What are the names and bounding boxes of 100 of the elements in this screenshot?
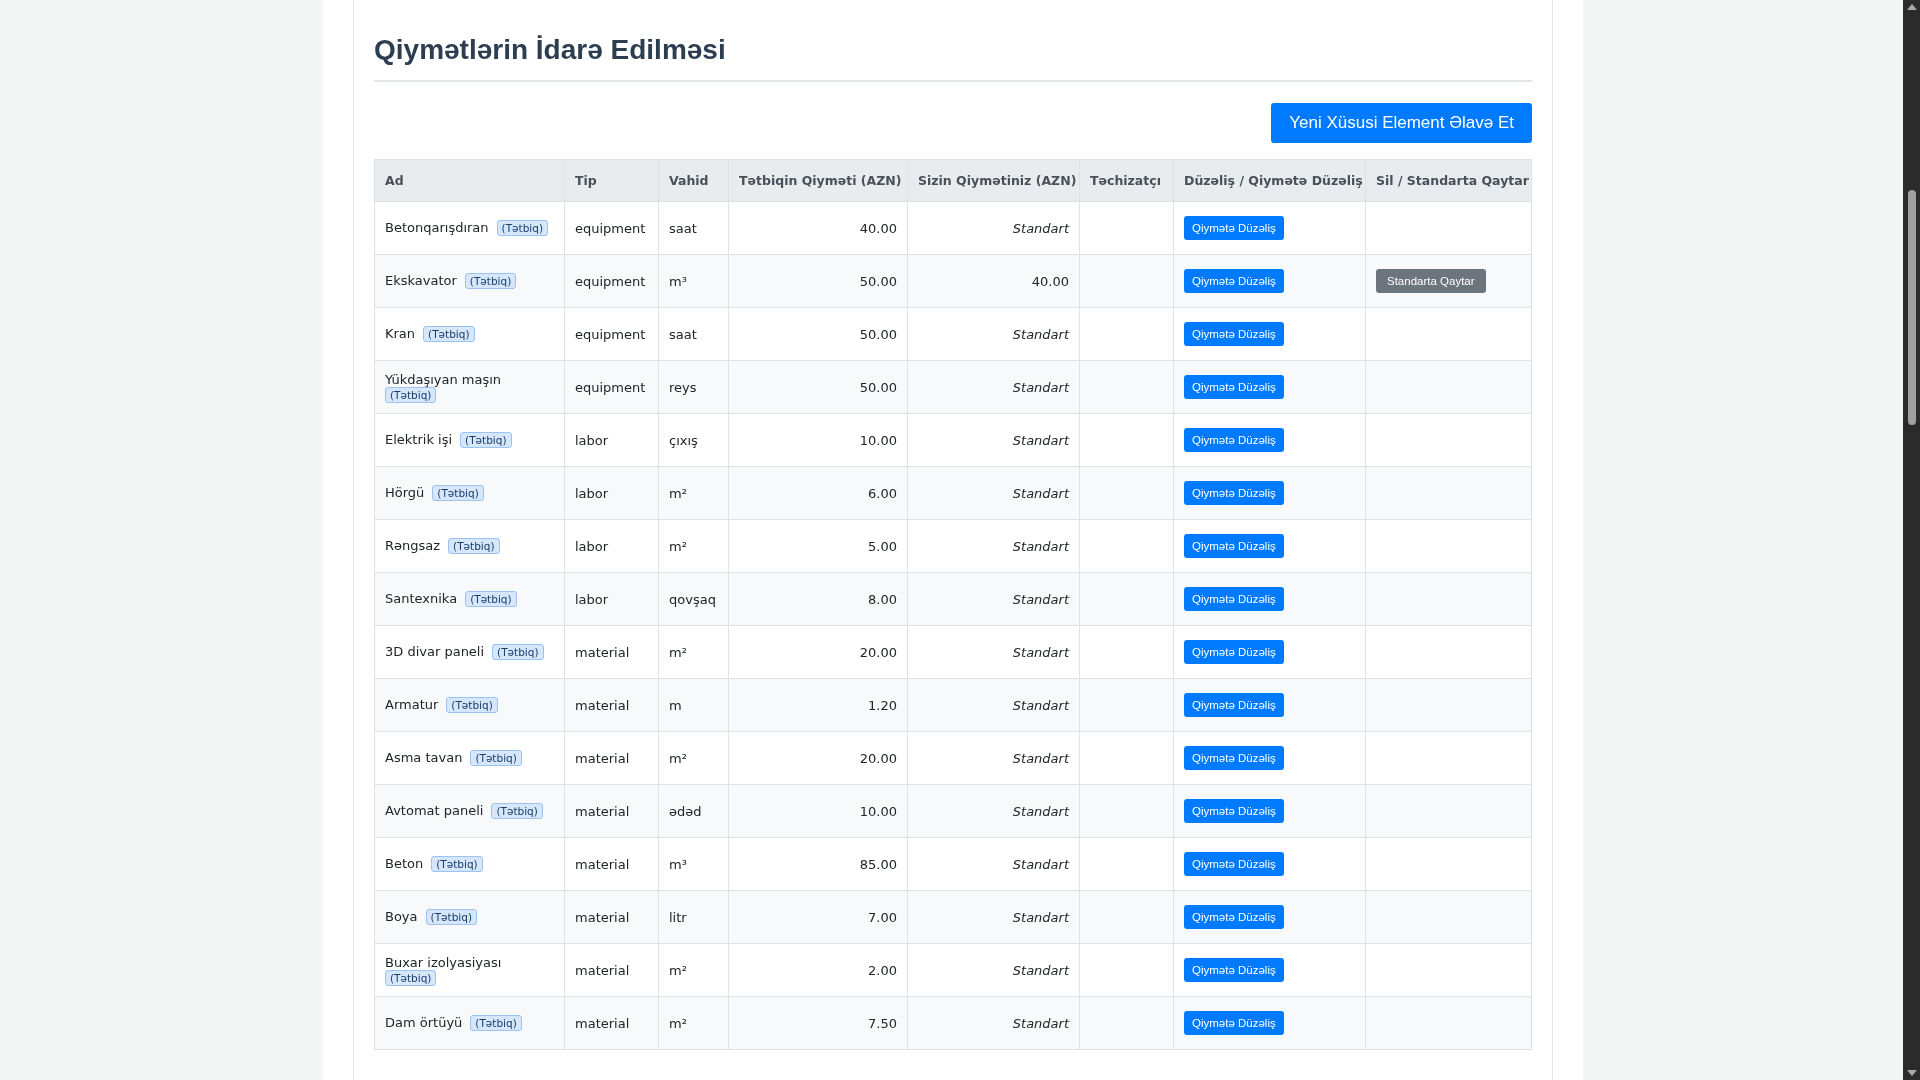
item-type: labor: [575, 591, 609, 607]
item-name: Yükdaşıyan maşın: [385, 371, 502, 387]
item-type: material: [575, 697, 630, 713]
item-type: equipment: [575, 326, 646, 342]
item-type: equipment: [575, 273, 646, 289]
item-name: Asma tavan: [385, 750, 463, 765]
edit-price-button[interactable]: Qiymətə Düzəliş: [1184, 534, 1284, 558]
app-price: 10.00: [859, 432, 897, 448]
scrollbar[interactable]: [1903, 0, 1920, 1080]
item-type: labor: [575, 538, 609, 554]
source-tag: (Tətbiq): [491, 803, 543, 819]
item-name: Boya: [385, 909, 418, 924]
app-price: 50.00: [859, 379, 897, 395]
app-price: 40.00: [859, 220, 897, 236]
add-item-button[interactable]: Yeni Xüsusi Element Əlavə Et: [1271, 103, 1532, 143]
column-header: Tip: [575, 173, 597, 188]
edit-price-button[interactable]: Qiymətə Düzəliş: [1184, 799, 1284, 823]
item-name: Dam örtüyü: [385, 1015, 463, 1030]
column-header: Sil / Standarta Qaytar: [1376, 173, 1529, 188]
reset-default-button[interactable]: Standarta Qaytar: [1376, 269, 1486, 293]
your-price: Standart: [1012, 750, 1069, 766]
edit-price-button[interactable]: Qiymətə Düzəliş: [1184, 375, 1284, 399]
edit-price-button[interactable]: Qiymətə Düzəliş: [1184, 640, 1284, 664]
item-name: Elektrik işi: [385, 432, 453, 447]
source-tag: (Tətbiq): [465, 591, 517, 607]
source-tag: (Tətbiq): [492, 644, 544, 660]
edit-price-button[interactable]: Qiymətə Düzəliş: [1184, 269, 1284, 293]
edit-price-button[interactable]: Qiymətə Düzəliş: [1184, 958, 1284, 982]
app-price: 85.00: [859, 856, 897, 872]
item-unit: reys: [669, 379, 697, 395]
source-tag: (Tətbiq): [464, 273, 517, 289]
item-type: material: [575, 803, 630, 819]
app-price: 1.20: [868, 697, 897, 713]
item-name: Avtomat paneli: [385, 803, 484, 818]
scroll-up-icon[interactable]: [1906, 4, 1917, 10]
source-tag: (Tətbiq): [425, 909, 477, 925]
your-price: 40.00: [1031, 273, 1069, 289]
source-tag: (Tətbiq): [496, 220, 548, 236]
your-price: Standart: [1012, 538, 1069, 554]
source-tag: (Tətbiq): [385, 969, 437, 986]
scroll-thumb[interactable]: [1907, 190, 1916, 425]
item-name: Rəngsaz: [385, 538, 441, 553]
source-tag: (Tətbiq): [432, 485, 484, 501]
edit-price-button[interactable]: Qiymətə Düzəliş: [1184, 322, 1284, 346]
item-unit: m²: [669, 1015, 687, 1031]
edit-price-button[interactable]: Qiymətə Düzəliş: [1184, 587, 1284, 611]
edit-price-button[interactable]: Qiymətə Düzəliş: [1184, 905, 1284, 929]
edit-price-button[interactable]: Qiymətə Düzəliş: [1184, 852, 1284, 876]
your-price: Standart: [1012, 803, 1069, 819]
item-name: Kran: [385, 326, 416, 341]
item-unit: ədəd: [669, 803, 702, 819]
source-tag: (Tətbiq): [431, 856, 483, 872]
edit-price-button[interactable]: Qiymətə Düzəliş: [1184, 1011, 1284, 1035]
your-price: Standart: [1012, 591, 1069, 607]
app-price: 10.00: [859, 803, 897, 819]
item-type: equipment: [575, 379, 646, 395]
app-price: 2.00: [868, 962, 897, 978]
item-name: Betonqarışdıran: [385, 220, 489, 235]
edit-price-button[interactable]: Qiymətə Düzəliş: [1184, 428, 1284, 452]
item-type: material: [575, 909, 630, 925]
source-tag: (Tətbiq): [470, 750, 522, 766]
item-name: Armatur: [385, 697, 439, 712]
item-unit: m²: [669, 962, 687, 978]
item-unit: qovşaq: [669, 591, 716, 607]
item-name: Hörgü: [385, 485, 425, 500]
edit-price-button[interactable]: Qiymətə Düzəliş: [1184, 693, 1284, 717]
edit-price-button[interactable]: Qiymətə Düzəliş: [1184, 746, 1284, 770]
item-type: material: [575, 1015, 630, 1031]
app-price: 50.00: [859, 326, 897, 342]
app-price: 7.50: [868, 1015, 897, 1031]
column-header: Ad: [385, 173, 404, 188]
source-tag: (Tətbiq): [460, 432, 512, 448]
edit-price-button[interactable]: Qiymətə Düzəliş: [1184, 481, 1284, 505]
item-unit: m²: [669, 644, 687, 660]
source-tag: (Tətbiq): [470, 1015, 522, 1031]
item-unit: m³: [669, 856, 687, 872]
scroll-down-icon[interactable]: [1906, 1070, 1917, 1076]
item-name: Santexnika: [385, 591, 458, 606]
item-name: Ekskavator: [385, 273, 457, 288]
column-header: Sizin Qiymətiniz (AZN): [918, 173, 1077, 188]
item-unit: m: [669, 697, 682, 713]
your-price: Standart: [1012, 432, 1069, 448]
column-header: Təchizatçı: [1090, 173, 1161, 188]
app-price: 20.00: [859, 644, 897, 660]
app-price: 7.00: [868, 909, 897, 925]
app-price: 8.00: [868, 591, 897, 607]
item-type: labor: [575, 432, 609, 448]
item-name: Buxar izolyasiyası: [385, 954, 502, 970]
item-name: 3D divar paneli: [385, 644, 485, 659]
item-unit: m³: [669, 273, 687, 289]
item-type: material: [575, 856, 630, 872]
your-price: Standart: [1012, 220, 1069, 236]
page-title: Qiymətlərin İdarə Edilməsi: [374, 30, 1532, 82]
item-type: labor: [575, 485, 609, 501]
item-type: material: [575, 644, 630, 660]
edit-price-button[interactable]: Qiymətə Düzəliş: [1184, 216, 1284, 240]
source-tag: (Tətbiq): [446, 697, 498, 713]
item-type: material: [575, 962, 630, 978]
your-price: Standart: [1012, 962, 1069, 978]
item-unit: çıxış: [669, 432, 698, 448]
